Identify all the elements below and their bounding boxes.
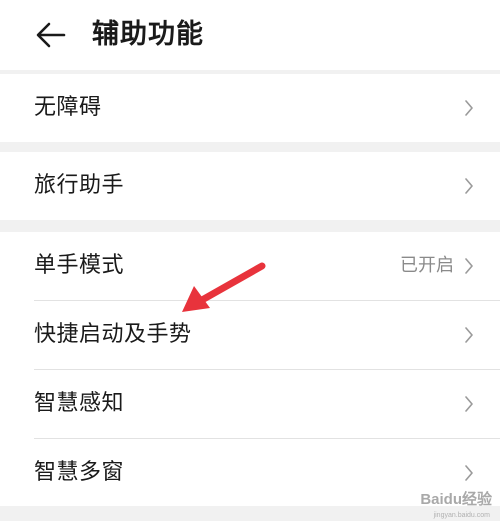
back-arrow-icon[interactable]	[34, 18, 68, 52]
page-title: 辅助功能	[92, 19, 204, 50]
settings-item-smart-perception[interactable]: 智慧感知	[0, 370, 500, 438]
header-bar: 辅助功能	[0, 0, 500, 70]
settings-item-accessibility[interactable]: 无障碍	[0, 74, 500, 142]
settings-item-label: 无障碍	[34, 95, 102, 120]
chevron-right-icon	[465, 465, 473, 481]
chevron-right-icon	[465, 396, 473, 412]
settings-group-2: 旅行助手	[0, 152, 500, 220]
settings-item-label: 旅行助手	[34, 173, 125, 198]
chevron-right-icon	[465, 100, 473, 116]
settings-item-label: 单手模式	[34, 253, 125, 278]
watermark-url: jingyan.baidu.com	[433, 512, 490, 519]
settings-item-one-hand-mode[interactable]: 单手模式 已开启	[0, 232, 500, 300]
settings-item-status: 已开启	[400, 255, 454, 276]
settings-item-label: 智慧感知	[34, 391, 125, 416]
settings-group-1: 无障碍	[0, 74, 500, 142]
settings-item-shortcuts-gestures[interactable]: 快捷启动及手势	[0, 301, 500, 369]
settings-item-label: 快捷启动及手势	[34, 322, 192, 347]
settings-group-3: 单手模式 已开启 快捷启动及手势 智慧感知 智慧多窗	[0, 232, 500, 506]
chevron-right-icon	[465, 178, 473, 194]
watermark-logo: Baidu经验	[420, 491, 492, 508]
chevron-right-icon	[465, 258, 473, 274]
settings-item-travel-assistant[interactable]: 旅行助手	[0, 152, 500, 220]
chevron-right-icon	[465, 327, 473, 343]
settings-item-label: 智慧多窗	[34, 460, 125, 485]
